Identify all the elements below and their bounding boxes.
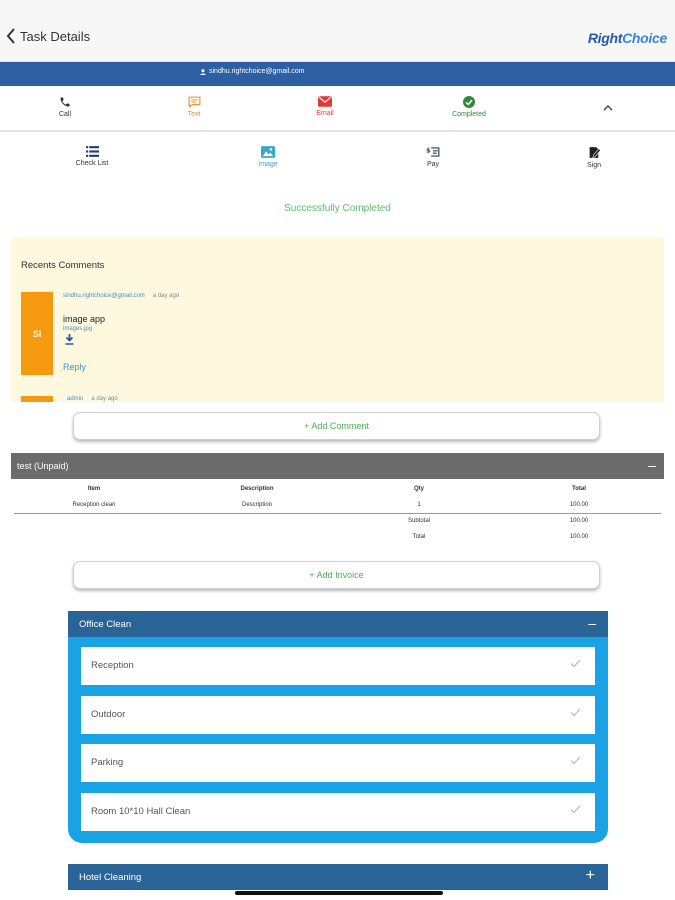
check-icon[interactable] — [570, 659, 581, 668]
reply-link[interactable]: Reply — [63, 362, 86, 372]
back-button[interactable]: Task Details — [6, 28, 90, 44]
text-button[interactable]: Text — [164, 96, 224, 118]
comment-author: sindhu.rightchoice@gmail.com — [63, 293, 145, 299]
check-icon[interactable] — [570, 756, 581, 765]
download-icon[interactable] — [65, 334, 74, 345]
add-comment-button[interactable]: + Add Comment — [73, 412, 600, 440]
contact-banner: sindhu.rightchoice@gmail.com — [0, 62, 675, 86]
comment-meta: admin a day ago — [67, 396, 118, 402]
checklist-header[interactable]: Office Clean – — [68, 611, 608, 637]
comment-time: a day ago — [152, 293, 180, 299]
sign-icon — [589, 147, 601, 158]
chevron-up-icon[interactable] — [602, 102, 614, 114]
comment-time: a day ago — [91, 396, 118, 402]
total-row: Total 100.00 — [412, 534, 589, 540]
checklist-item[interactable]: Room 10*10 Hall Clean — [81, 793, 595, 831]
tab-image[interactable]: Image — [238, 146, 298, 168]
person-icon — [200, 68, 206, 75]
contact-email[interactable]: sindhu.rightchoice@gmail.com — [200, 68, 304, 75]
message-icon — [188, 96, 200, 108]
checklist-panel-office-clean: Office Clean – Reception Outdoor Parking… — [68, 611, 608, 843]
collapse-icon[interactable]: – — [648, 458, 656, 472]
divider — [14, 513, 661, 514]
chevron-left-icon — [6, 28, 15, 44]
checklist-item[interactable]: Parking — [81, 744, 595, 782]
completed-button[interactable]: Completed — [439, 96, 499, 118]
list-icon — [85, 146, 99, 157]
phone-icon — [60, 97, 70, 107]
checklist-title: Office Clean — [79, 619, 132, 630]
checklist-title: Hotel Cleaning — [79, 872, 142, 883]
comments-heading: Recents Comments — [21, 260, 105, 271]
image-icon — [261, 146, 275, 158]
mail-icon — [318, 96, 332, 107]
email-button[interactable]: Email — [295, 96, 355, 117]
invoice-title: test (Unpaid) — [17, 461, 69, 471]
table-header-row: Item Description Qty Total — [87, 486, 586, 492]
action-bar: Call Text Email Completed — [0, 92, 675, 132]
svg-text:$: $ — [426, 147, 431, 155]
check-circle-icon — [463, 96, 475, 108]
avatar: SI — [21, 292, 53, 375]
comment-author: admin — [67, 396, 84, 402]
add-invoice-button[interactable]: + Add Invoice — [73, 561, 600, 589]
tab-pay[interactable]: $ Pay — [403, 146, 463, 168]
expand-icon[interactable]: + — [586, 868, 595, 884]
status-message: Successfully Completed — [284, 203, 391, 214]
recent-comments-section: Recents Comments SI sindhu.rightchoice@g… — [11, 237, 664, 402]
check-icon[interactable] — [570, 708, 581, 717]
checklist-item[interactable]: Reception — [81, 647, 595, 685]
invoice-header[interactable]: test (Unpaid) – — [11, 453, 664, 479]
comment-text: image app — [63, 314, 106, 324]
home-indicator — [235, 891, 443, 895]
tab-sign[interactable]: Sign — [564, 146, 624, 169]
task-tools-bar: Check List Image $ Pay Sign — [0, 142, 675, 176]
checklist-item[interactable]: Outdoor — [81, 696, 595, 734]
subtotal-row: Subtotal 100.00 — [407, 518, 589, 524]
avatar — [21, 396, 53, 402]
tab-check-list[interactable]: Check List — [62, 146, 122, 167]
attachment-link[interactable]: images.jpg — [63, 326, 92, 332]
comment-meta: sindhu.rightchoice@gmail.com a day ago — [63, 293, 179, 299]
collapse-icon[interactable]: – — [588, 616, 596, 630]
checklist-header-hotel-cleaning[interactable]: Hotel Cleaning + — [68, 864, 608, 890]
right-choice-logo: RightChoice — [587, 30, 667, 46]
navigation-bar: Task Details RightChoice — [0, 0, 675, 62]
table-row: Reception clean Description 1 100.00 — [72, 502, 589, 508]
page-title: Task Details — [20, 28, 91, 44]
call-button[interactable]: Call — [35, 96, 95, 118]
pay-icon: $ — [426, 147, 440, 157]
check-icon[interactable] — [570, 805, 581, 814]
